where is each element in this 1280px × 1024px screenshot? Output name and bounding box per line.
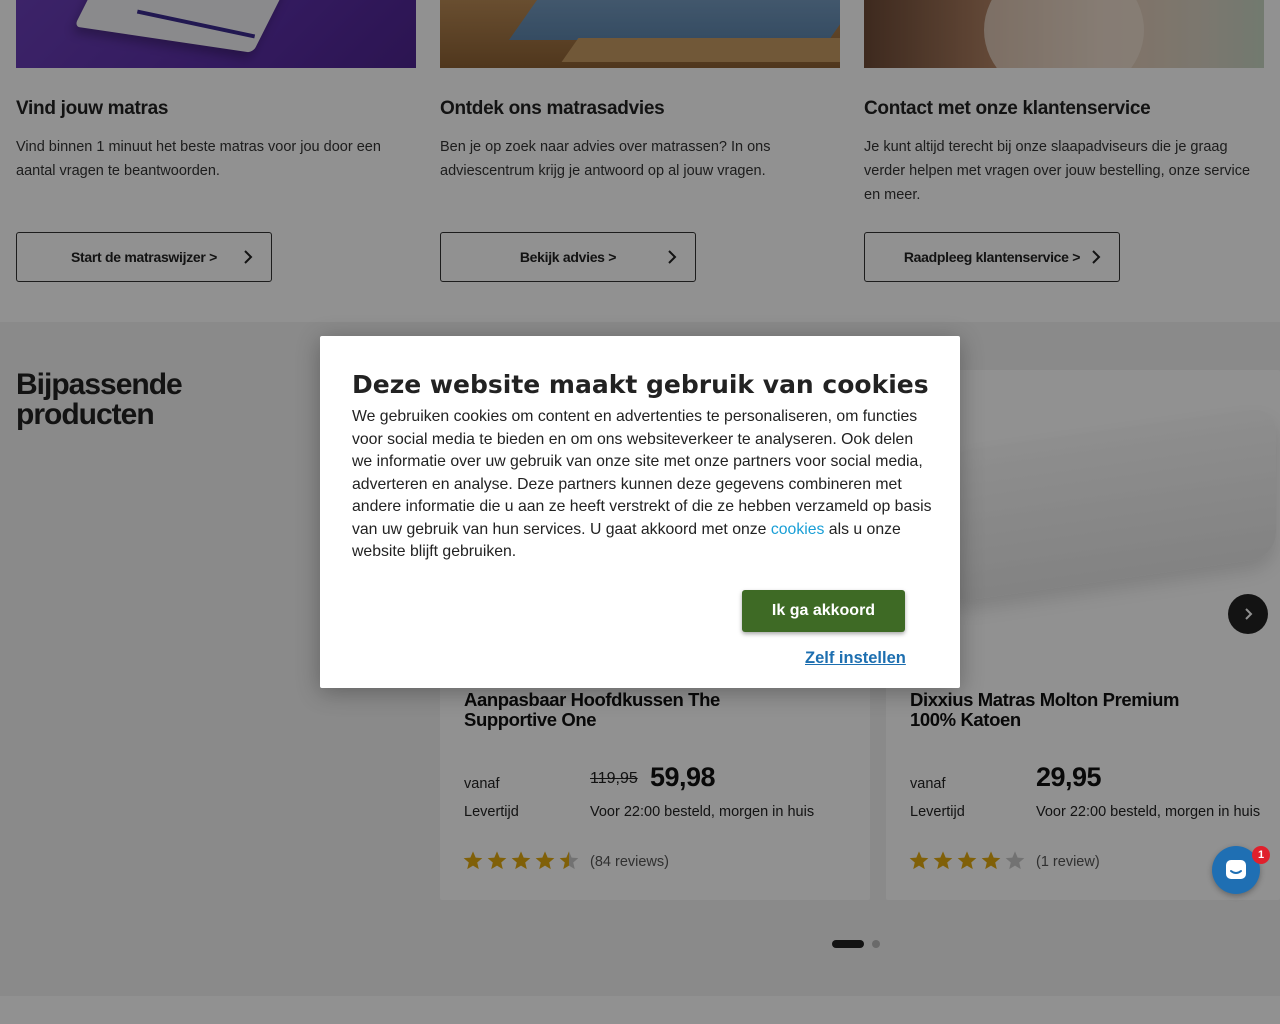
cookie-dialog-text: We gebruiken cookies om content en adver… xyxy=(352,406,932,564)
accept-cookies-button[interactable]: Ik ga akkoord xyxy=(742,590,905,632)
cookies-link[interactable]: cookies xyxy=(771,521,825,538)
chat-icon xyxy=(1226,860,1246,879)
cookie-consent-dialog: Deze website maakt gebruik van cookies W… xyxy=(320,336,960,688)
cookie-text-part1: We gebruiken cookies om content en adver… xyxy=(352,408,932,538)
cookie-settings-link[interactable]: Zelf instellen xyxy=(805,649,906,668)
cookie-dialog-title: Deze website maakt gebruik van cookies xyxy=(352,370,929,399)
chat-unread-badge: 1 xyxy=(1252,846,1270,864)
